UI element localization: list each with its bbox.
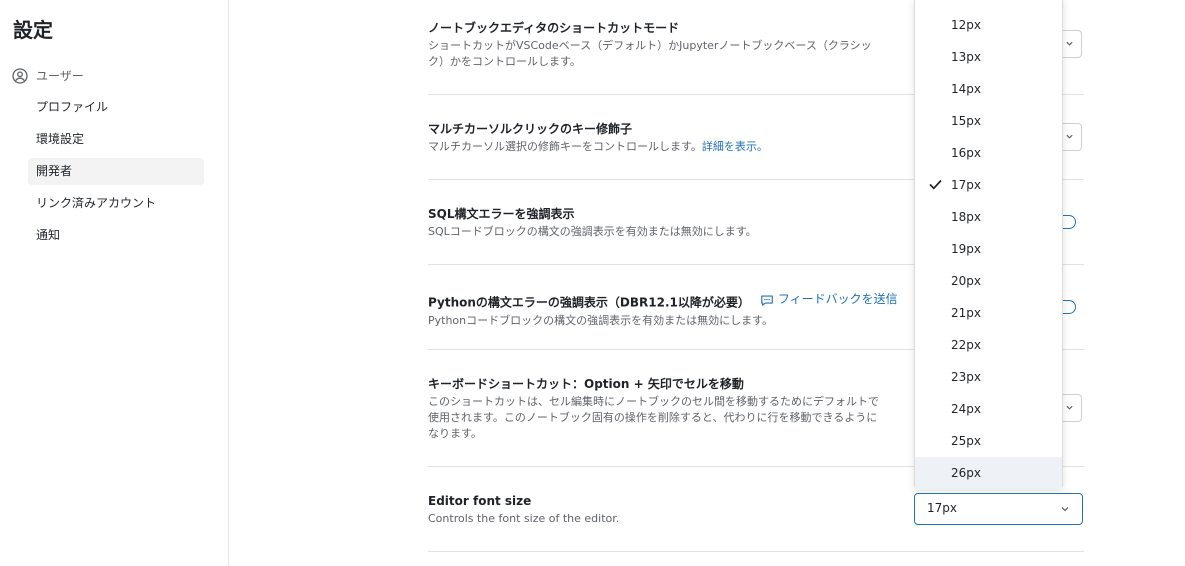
feedback-link[interactable]: フィードバックを送信 bbox=[760, 291, 898, 308]
chevron-down-icon bbox=[1066, 41, 1073, 46]
sidebar-item-preferences[interactable]: 環境設定 bbox=[28, 126, 204, 153]
setting-description: SQLコードブロックの構文の強調表示を有効または無効にします。 bbox=[428, 225, 757, 238]
sidebar-item-linked-accounts[interactable]: リンク済みアカウント bbox=[28, 190, 204, 217]
font-size-option-hovered[interactable]: 26px bbox=[915, 457, 1062, 489]
font-size-option[interactable]: 16px bbox=[915, 137, 1062, 169]
setting-description: このショートカットは、セル編集時にノートブックのセル間を移動するためにデフォルト… bbox=[428, 395, 879, 440]
chat-bubble-icon bbox=[761, 294, 773, 306]
sidebar-item-notifications[interactable]: 通知 bbox=[28, 222, 204, 249]
font-size-option[interactable]: 23px bbox=[915, 361, 1062, 393]
font-size-option[interactable]: 14px bbox=[915, 73, 1062, 105]
chevron-down-icon bbox=[1066, 405, 1073, 410]
select-value: 17px bbox=[927, 501, 957, 515]
shortcut-mode-select[interactable] bbox=[1062, 30, 1082, 58]
font-size-option[interactable]: 12px bbox=[915, 9, 1062, 41]
page-title: 設定 bbox=[13, 18, 53, 42]
font-size-option[interactable]: 25px bbox=[915, 425, 1062, 457]
user-circle-icon bbox=[12, 67, 28, 84]
font-size-option[interactable]: 18px bbox=[915, 201, 1062, 233]
font-size-dropdown-menu: 12px 13px 14px 15px 16px 17px 18px 19px … bbox=[914, 0, 1063, 489]
editor-font-size-select[interactable]: 17px bbox=[914, 493, 1083, 525]
font-size-option[interactable]: 19px bbox=[915, 233, 1062, 265]
font-size-option[interactable]: 21px bbox=[915, 297, 1062, 329]
user-group-label: ユーザー bbox=[36, 69, 84, 83]
setting-description: マルチカーソル選択の修飾キーをコントロールします。詳細を表示。 bbox=[428, 140, 768, 153]
font-size-option[interactable]: 22px bbox=[915, 329, 1062, 361]
font-size-option-selected[interactable]: 17px bbox=[915, 169, 1062, 201]
setting-description: Pythonコードブロックの構文の強調表示を有効または無効にします。 bbox=[428, 313, 774, 327]
details-link[interactable]: 詳細を表示。 bbox=[702, 140, 768, 153]
multicursor-modifier-select[interactable] bbox=[1062, 123, 1082, 151]
python-syntax-toggle[interactable] bbox=[1062, 300, 1076, 314]
font-size-option[interactable]: 24px bbox=[915, 393, 1062, 425]
font-size-option[interactable]: 13px bbox=[915, 41, 1062, 73]
sql-syntax-toggle[interactable] bbox=[1062, 215, 1076, 229]
option-arrow-select[interactable] bbox=[1062, 394, 1082, 422]
checkmark-icon bbox=[929, 179, 942, 190]
setting-description: Controls the font size of the editor. bbox=[428, 512, 620, 525]
sidebar-item-developer[interactable]: 開発者 bbox=[28, 158, 204, 185]
font-size-option[interactable]: 15px bbox=[915, 105, 1062, 137]
chevron-down-icon bbox=[1061, 507, 1069, 512]
setting-description: ショートカットがVSCodeベース（デフォルト）かJupyterノートブックベー… bbox=[428, 39, 872, 68]
settings-sidebar: 設定 ユーザー プロファイル 環境設定 開発者 リンク済みアカウント 通知 bbox=[0, 0, 229, 566]
chevron-down-icon bbox=[1066, 134, 1073, 139]
font-size-option[interactable]: 20px bbox=[915, 265, 1062, 297]
user-group-header: ユーザー bbox=[12, 67, 84, 84]
sidebar-item-profile[interactable]: プロファイル bbox=[28, 94, 204, 121]
